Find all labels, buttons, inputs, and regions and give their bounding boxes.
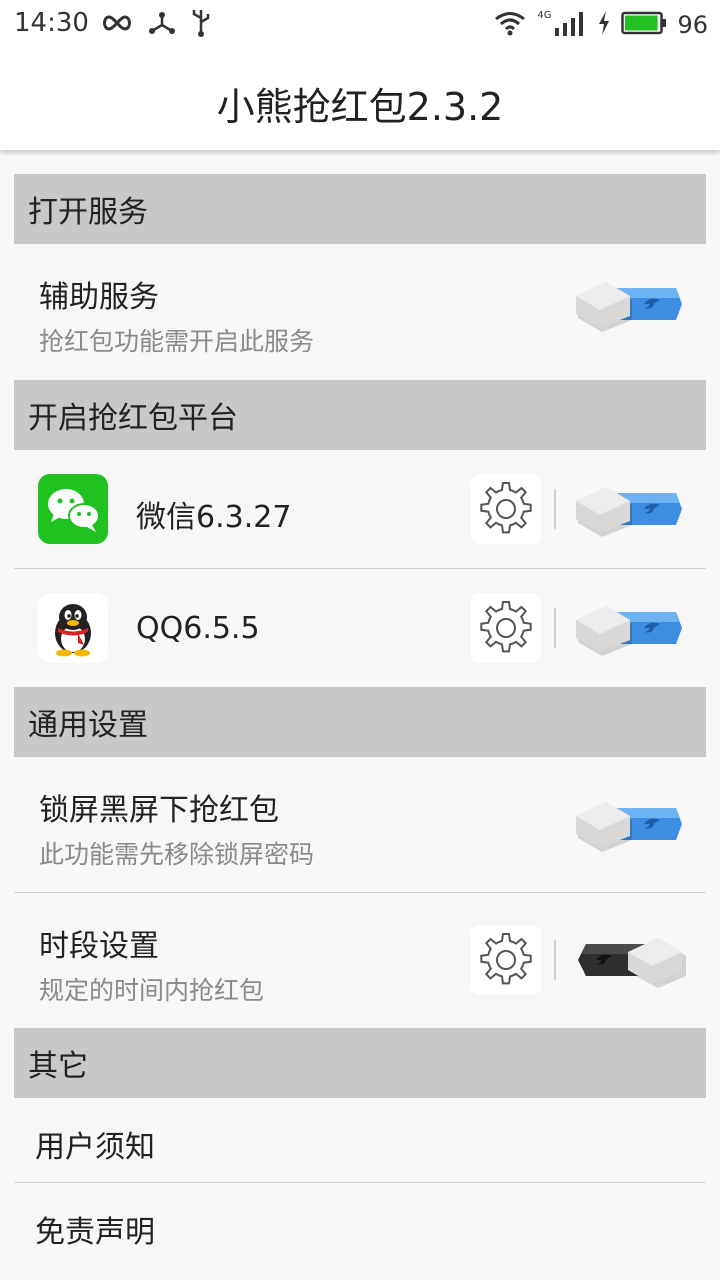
schedule-toggle[interactable] (574, 930, 686, 990)
share-icon (148, 9, 176, 41)
schedule-title: 时段设置 (39, 929, 159, 964)
vertical-divider (554, 608, 556, 648)
section-header-service: 打开服务 (14, 174, 706, 244)
gear-icon (480, 482, 532, 534)
infinity-icon (100, 13, 134, 37)
charging-icon (597, 10, 611, 40)
vertical-divider (554, 940, 556, 980)
lockscreen-title: 锁屏黑屏下抢红包 (39, 793, 279, 828)
app-bar: 小熊抢红包2.3.2 (0, 50, 720, 150)
settings-list: 打开服务 辅助服务 抢红包功能需开启此服务 开启抢红包平台 微信6.3.27 Q… (14, 174, 706, 1267)
qq-penguin-icon (38, 593, 108, 663)
section-header-other: 其它 (14, 1028, 706, 1098)
accessibility-service-toggle[interactable] (574, 274, 686, 334)
wechat-row[interactable]: 微信6.3.27 (14, 450, 706, 568)
user-notice-row[interactable]: 用户须知 (14, 1098, 706, 1182)
qq-toggle[interactable] (574, 598, 686, 658)
schedule-subtitle: 规定的时间内抢红包 (39, 976, 265, 1005)
disclaimer-row[interactable]: 免责声明 (14, 1183, 706, 1267)
wechat-toggle[interactable] (574, 479, 686, 539)
vertical-divider (554, 489, 556, 529)
schedule-row[interactable]: 时段设置 规定的时间内抢红包 (14, 893, 706, 1028)
section-header-platforms: 开启抢红包平台 (14, 380, 706, 450)
battery-percent: 96 (677, 11, 708, 39)
status-time: 14:30 (14, 8, 89, 38)
app-title: 小熊抢红包2.3.2 (216, 85, 504, 129)
usb-icon (190, 8, 212, 42)
accessibility-service-subtitle: 抢红包功能需开启此服务 (39, 327, 315, 356)
lockscreen-row[interactable]: 锁屏黑屏下抢红包 此功能需先移除锁屏密码 (14, 757, 706, 892)
wechat-icon (38, 474, 108, 544)
wechat-title: 微信6.3.27 (136, 500, 292, 535)
qq-row[interactable]: QQ6.5.5 (14, 569, 706, 687)
wechat-settings-button[interactable] (471, 474, 541, 544)
accessibility-service-row[interactable]: 辅助服务 抢红包功能需开启此服务 (14, 244, 706, 380)
wifi-icon (493, 10, 527, 40)
disclaimer-title: 免责声明 (35, 1215, 155, 1250)
qq-settings-button[interactable] (471, 593, 541, 663)
network-type-label: 4G (537, 10, 552, 21)
user-notice-title: 用户须知 (35, 1130, 155, 1165)
lockscreen-toggle[interactable] (574, 794, 686, 854)
battery-icon (621, 10, 667, 40)
qq-title: QQ6.5.5 (136, 611, 260, 646)
signal-icon (553, 10, 587, 40)
gear-icon (480, 601, 532, 653)
schedule-settings-button[interactable] (471, 925, 541, 995)
status-bar: 14:30 4G 96 (0, 0, 720, 50)
accessibility-service-title: 辅助服务 (39, 280, 159, 315)
section-header-general: 通用设置 (14, 687, 706, 757)
gear-icon (480, 933, 532, 985)
lockscreen-subtitle: 此功能需先移除锁屏密码 (39, 840, 315, 869)
